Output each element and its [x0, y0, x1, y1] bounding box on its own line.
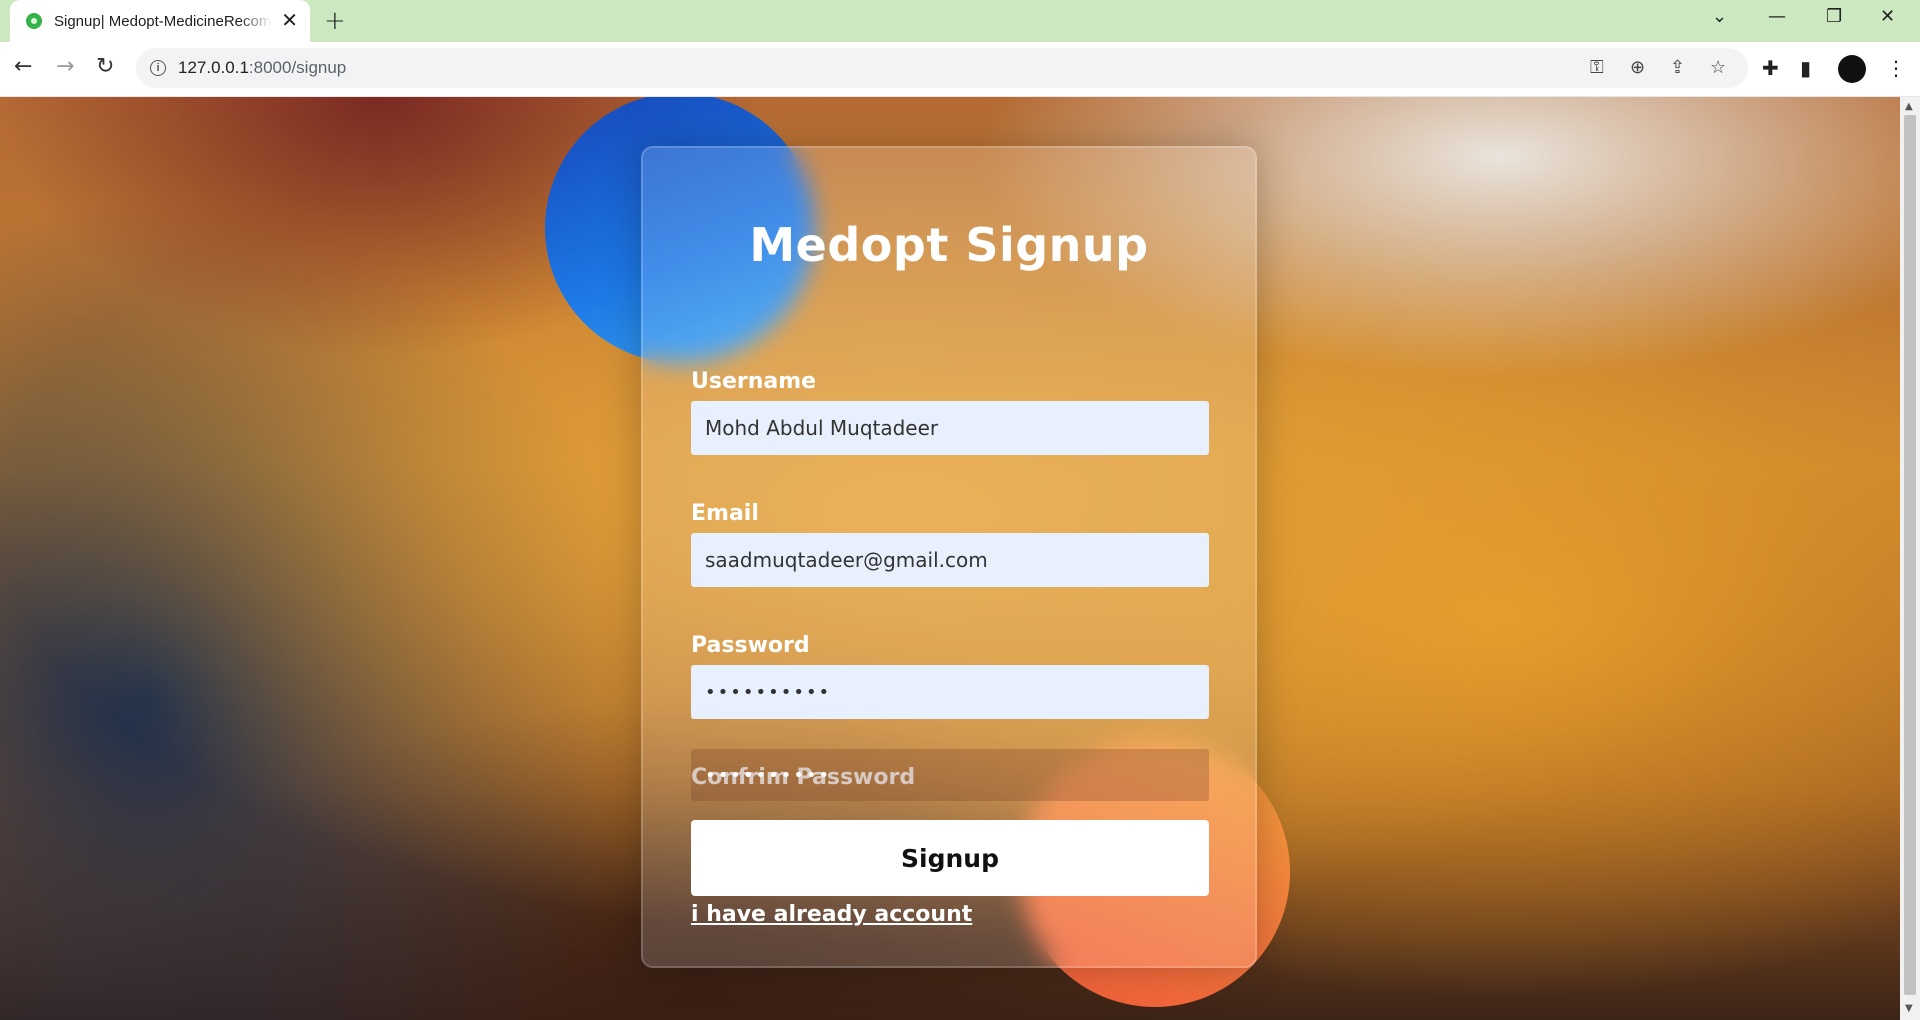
tab-title: Signup| Medopt-MedicineRecommendation	[54, 12, 272, 30]
email-field[interactable]	[691, 533, 1209, 587]
scroll-down-icon[interactable]: ▼	[1905, 1003, 1913, 1014]
site-info-icon[interactable]: i	[150, 60, 166, 76]
tab-strip: Signup| Medopt-MedicineRecommendation ✕ …	[0, 0, 1920, 42]
url-text[interactable]: 127.0.0.1:8000/signup	[178, 58, 346, 78]
new-tab-button[interactable]: +	[324, 6, 346, 36]
login-link[interactable]: i have already account	[691, 902, 972, 927]
puzzle-icon[interactable]: ✚	[1762, 56, 1779, 80]
forward-arrow-icon[interactable]: →	[56, 54, 74, 79]
url-path: :8000/signup	[248, 58, 347, 77]
address-bar[interactable]: i 127.0.0.1:8000/signup ⚿ ⊕ ⇪ ☆	[136, 48, 1748, 88]
site-favicon-icon	[26, 13, 42, 29]
kebab-menu-icon[interactable]: ⋮	[1886, 56, 1906, 80]
close-window-icon[interactable]: ✕	[1880, 6, 1895, 27]
password-field[interactable]	[691, 665, 1209, 719]
tab-search-icon[interactable]: ⌄	[1712, 6, 1727, 27]
minimize-icon[interactable]: —	[1768, 6, 1786, 27]
reload-icon[interactable]: ↻	[96, 54, 114, 79]
zoom-icon[interactable]: ⊕	[1630, 57, 1645, 78]
back-arrow-icon[interactable]: ←	[14, 54, 32, 79]
browser-tab[interactable]: Signup| Medopt-MedicineRecommendation ✕	[10, 0, 310, 42]
profile-avatar[interactable]	[1838, 55, 1866, 83]
key-icon[interactable]: ⚿	[1590, 57, 1604, 78]
username-field[interactable]	[691, 401, 1209, 455]
signup-button[interactable]: Signup	[691, 820, 1209, 896]
close-tab-icon[interactable]: ✕	[281, 10, 298, 30]
page-background: Medopt Signup Username Email Password Co…	[0, 97, 1900, 1020]
restore-icon[interactable]: ❐	[1826, 6, 1842, 27]
scrollbar[interactable]: ▲ ▼	[1900, 97, 1920, 1020]
page-title: Medopt Signup	[749, 218, 1149, 272]
username-label: Username	[691, 369, 817, 394]
email-label: Email	[691, 501, 759, 526]
scroll-thumb[interactable]	[1904, 115, 1916, 995]
browser-toolbar: ← → ↻ i 127.0.0.1:8000/signup ⚿ ⊕ ⇪ ☆ ✚ …	[0, 42, 1920, 97]
password-label: Password	[691, 633, 810, 658]
scroll-up-icon[interactable]: ▲	[1905, 101, 1913, 112]
star-icon[interactable]: ☆	[1710, 57, 1726, 78]
url-host: 127.0.0.1	[178, 58, 249, 77]
confirm-password-field[interactable]	[691, 749, 1209, 801]
side-panel-icon[interactable]: ▮	[1800, 56, 1811, 80]
signup-card: Medopt Signup Username Email Password Co…	[641, 146, 1257, 968]
share-icon[interactable]: ⇪	[1670, 57, 1685, 78]
